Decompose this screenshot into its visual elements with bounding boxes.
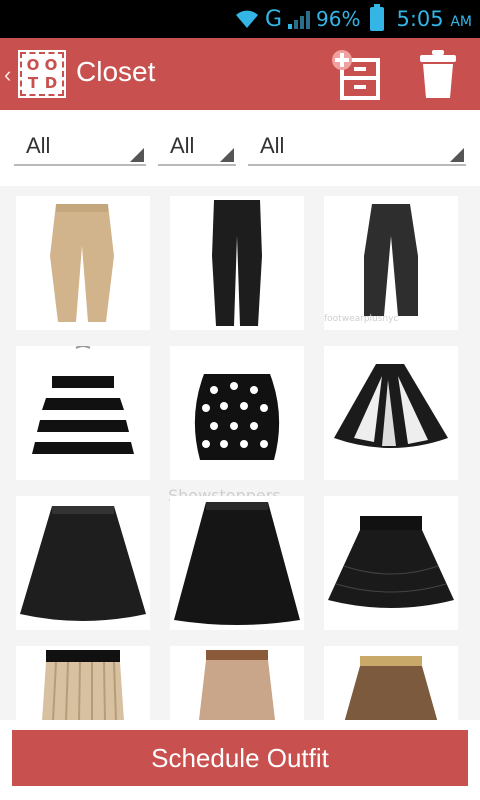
signal-icon [288,9,311,29]
category-filter-spinner[interactable]: All [14,130,146,166]
closet-item-beige-trousers[interactable] [16,196,150,330]
add-to-drawer-button[interactable] [326,46,386,102]
closet-item-black-trousers[interactable] [170,196,304,330]
up-caret-icon[interactable]: ‹ [4,62,11,88]
image-watermark: footwearplusnyc [324,314,399,324]
closet-item-polka-dot-skirt[interactable] [170,346,304,480]
black-lace-skirt-image [328,516,454,608]
black-trousers-image [212,200,262,326]
action-bar: ‹ OO TD Closet [0,38,480,110]
closet-item-lace-panel-skirt[interactable] [324,346,458,480]
closet-item-pleated-beige-skirt[interactable] [16,646,150,720]
leather-skater-skirt-image [20,506,146,621]
dropdown-arrow-icon [220,148,234,162]
color-filter-spinner[interactable]: All [158,130,236,166]
pleated-beige-skirt-image [42,650,124,720]
season-filter-spinner[interactable]: All [248,130,466,166]
filter-bar: All All All [0,130,480,170]
polka-dot-skirt-image [194,374,280,460]
beige-trousers-image [50,204,114,322]
charcoal-trousers-image [364,204,418,316]
striped-skirt-image [32,345,134,456]
tan-belted-skirt-image [199,650,275,720]
closet-item-leather-skater-skirt-2[interactable] [170,496,304,630]
dropdown-arrow-icon [450,148,464,162]
app-logo[interactable]: OO TD [18,50,66,98]
wifi-icon [235,10,258,28]
closet-item-tan-belted-skirt[interactable] [170,646,304,720]
schedule-outfit-button[interactable]: Schedule Outfit [12,730,468,786]
closet-grid: footwearplusnyc [0,186,480,720]
closet-item-black-lace-skirt[interactable] [324,496,458,630]
clock: 5:05 AM [396,7,472,31]
closet-item-striped-skirt[interactable] [16,345,150,480]
add-drawer-icon [332,50,380,100]
trash-icon [420,50,456,98]
page-title: Closet [76,56,156,87]
battery-percent: 96% [316,7,361,31]
status-bar: G 96% 5:05 AM [0,0,480,38]
delete-button[interactable] [408,46,468,102]
brown-flared-skirt-image [344,656,438,720]
closet-item-leather-skater-skirt-1[interactable]: Showstoppers [16,486,281,630]
battery-icon [370,4,385,31]
network-type: G [264,6,283,32]
dropdown-arrow-icon [130,148,144,162]
closet-item-brown-flared-skirt[interactable] [324,646,458,720]
lace-panel-skirt-image [334,364,448,448]
closet-item-charcoal-trousers[interactable]: footwearplusnyc [324,196,458,330]
leather-skater-skirt-image [174,502,300,625]
